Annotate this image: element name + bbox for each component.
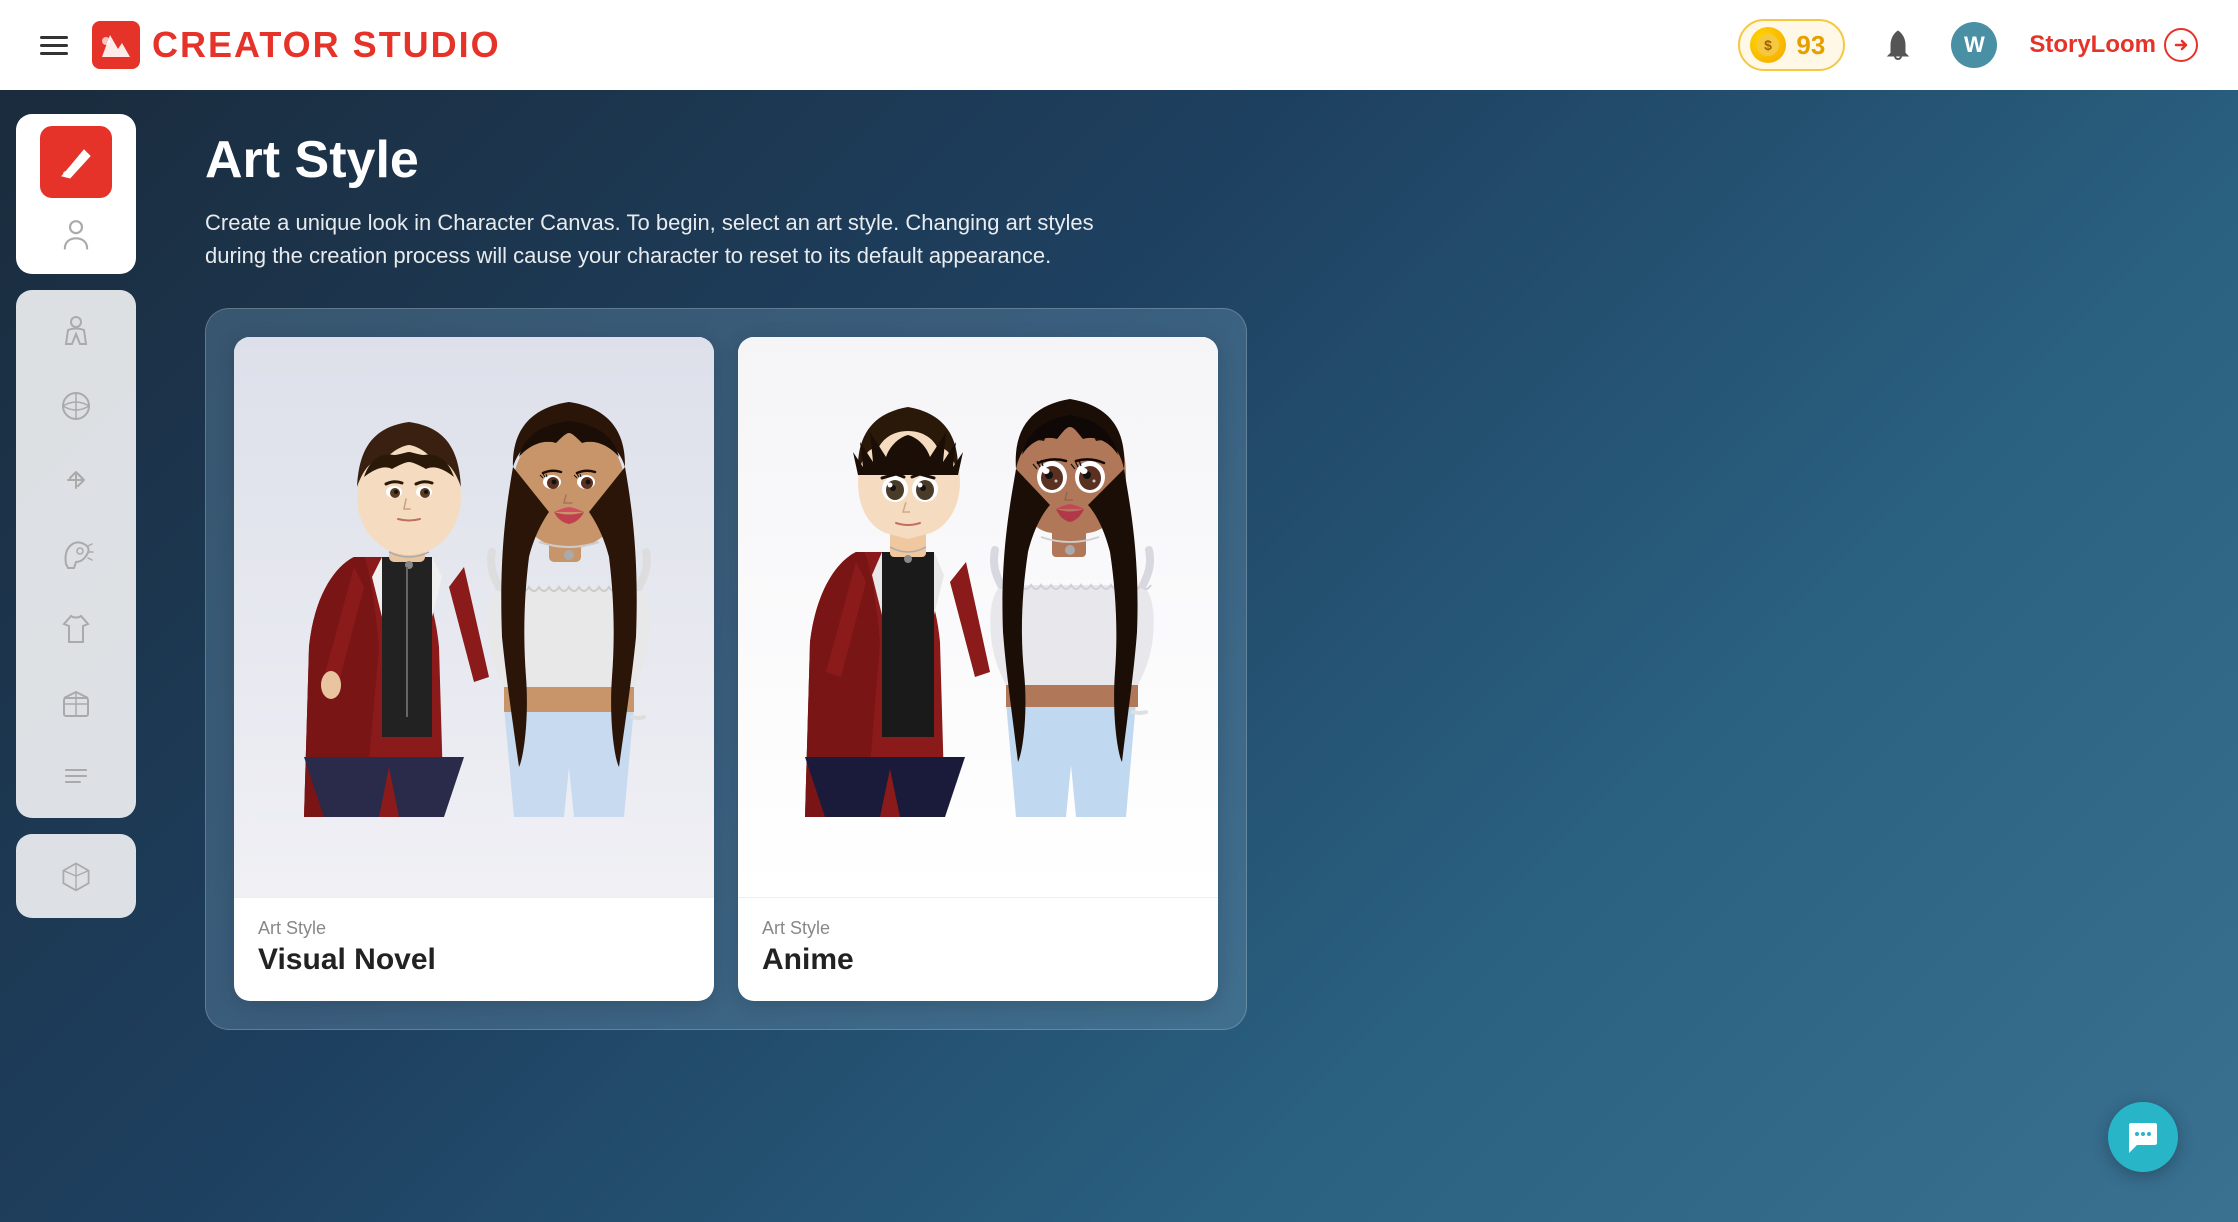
anime-illustration <box>738 337 1218 897</box>
art-style-card-anime[interactable]: Art Style Anime <box>738 337 1218 1001</box>
storyloom-label: StoryLoom <box>2029 31 2156 59</box>
logo-text: CREATOR STUDIO <box>152 24 501 66</box>
art-styles-container: Art Style Visual Novel <box>205 308 1247 1030</box>
page-title: Art Style <box>205 130 2188 190</box>
logo-icon <box>92 21 140 69</box>
coin-display: $ 93 <box>1738 19 1845 71</box>
sidebar-outfit-icon[interactable] <box>48 600 104 656</box>
notification-bell[interactable] <box>1877 24 1919 66</box>
sidebar-accessories-icon[interactable] <box>48 674 104 730</box>
user-avatar[interactable]: W <box>1951 22 1997 68</box>
sidebar <box>0 90 155 1222</box>
content-area: Art Style Create a unique look in Charac… <box>155 90 2238 1222</box>
sidebar-face-icon[interactable] <box>48 378 104 434</box>
sidebar-top-panel <box>16 114 136 274</box>
sidebar-3d-icon[interactable] <box>48 848 104 904</box>
art-style-image-visual-novel <box>234 337 714 897</box>
anime-art-style-name: Anime <box>762 943 1194 977</box>
page-description: Create a unique look in Character Canvas… <box>205 206 1105 272</box>
anime-art-style-label: Art Style <box>762 918 1194 939</box>
sidebar-texture-icon[interactable] <box>48 748 104 804</box>
sidebar-middle-panel <box>16 290 136 818</box>
header: CREATOR STUDIO $ 93 W StoryLoom <box>0 0 2238 90</box>
sidebar-hair-icon[interactable] <box>48 526 104 582</box>
coin-icon: $ <box>1750 27 1786 63</box>
chat-icon <box>2125 1119 2161 1155</box>
storyloom-arrow-icon <box>2164 28 2198 62</box>
visual-novel-art-style-name: Visual Novel <box>258 943 690 977</box>
art-style-image-anime <box>738 337 1218 897</box>
visual-novel-art-style-label: Art Style <box>258 918 690 939</box>
brush-active-icon <box>56 142 96 182</box>
active-tool-brush[interactable] <box>40 126 112 198</box>
sidebar-character-icon[interactable] <box>48 206 104 262</box>
coin-count: 93 <box>1796 30 1825 61</box>
sidebar-body-icon[interactable] <box>48 304 104 360</box>
main-content: Art Style Create a unique look in Charac… <box>0 90 2238 1222</box>
logo: CREATOR STUDIO <box>92 21 501 69</box>
menu-button[interactable] <box>40 36 68 55</box>
svg-text:$: $ <box>1765 37 1773 53</box>
visual-novel-card-info: Art Style Visual Novel <box>234 897 714 1001</box>
sidebar-pose-icon[interactable] <box>48 452 104 508</box>
chat-button[interactable] <box>2108 1102 2178 1172</box>
storyloom-button[interactable]: StoryLoom <box>2029 28 2198 62</box>
anime-card-info: Art Style Anime <box>738 897 1218 1001</box>
sidebar-bottom-panel <box>16 834 136 918</box>
header-right: $ 93 W StoryLoom <box>1738 19 2198 71</box>
visual-novel-illustration <box>234 337 714 897</box>
art-style-card-visual-novel[interactable]: Art Style Visual Novel <box>234 337 714 1001</box>
